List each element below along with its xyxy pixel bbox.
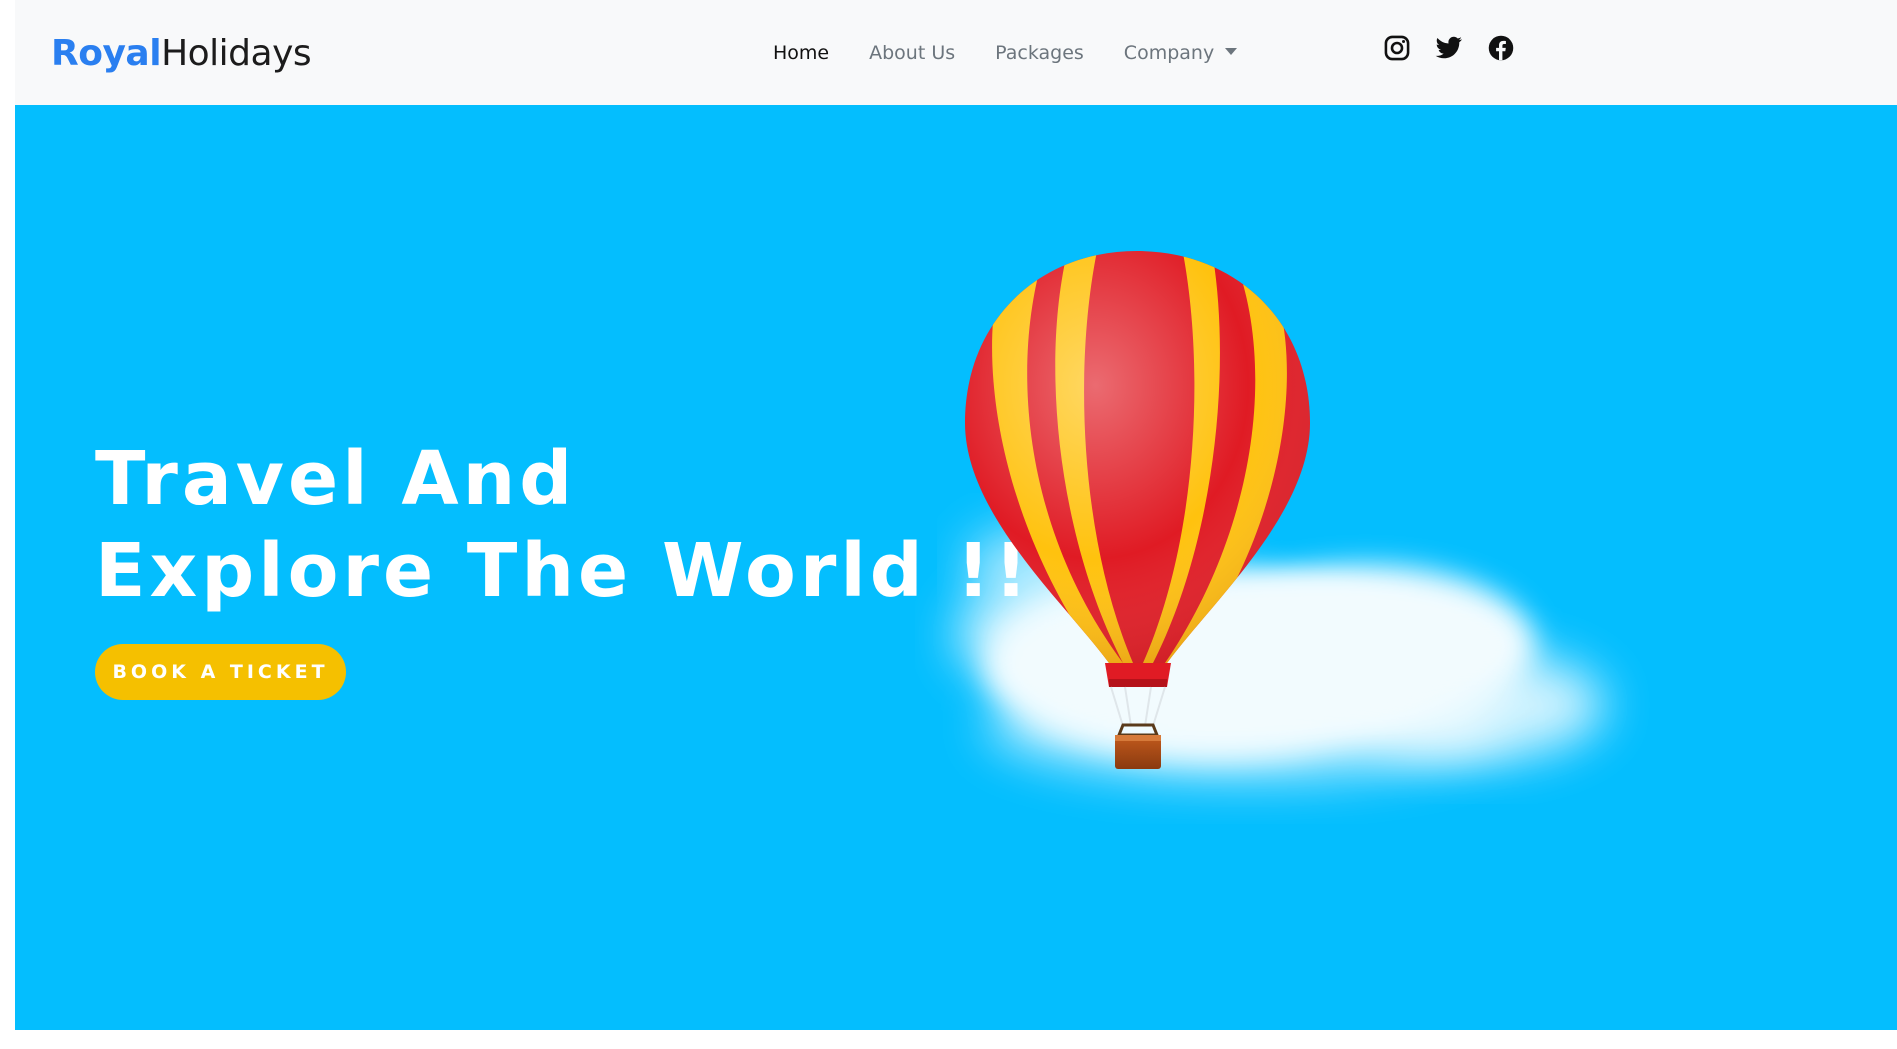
book-ticket-button[interactable]: BOOK A TICKET bbox=[95, 644, 346, 700]
brand-royal-text: Royal bbox=[51, 33, 162, 74]
hero-headline: Travel And Explore The World !! bbox=[95, 433, 1032, 617]
hero-section: Travel And Explore The World !! BOOK A T… bbox=[15, 105, 1897, 1030]
navbar: RoyalHolidays Home About Us Packages Com… bbox=[15, 0, 1897, 105]
hero-headline-line-1: Travel And bbox=[95, 436, 577, 522]
page: RoyalHolidays Home About Us Packages Com… bbox=[15, 0, 1897, 1030]
nav-about-link[interactable]: About Us bbox=[849, 38, 975, 68]
nav-company-label: Company bbox=[1123, 42, 1215, 64]
nav-home-link[interactable]: Home bbox=[753, 38, 849, 68]
brand-logo[interactable]: RoyalHolidays bbox=[51, 30, 312, 78]
caret-down-icon bbox=[1225, 47, 1238, 55]
nav-company-dropdown[interactable]: Company bbox=[1104, 38, 1257, 68]
facebook-icon[interactable] bbox=[1487, 34, 1515, 62]
instagram-icon[interactable] bbox=[1383, 34, 1411, 62]
twitter-icon[interactable] bbox=[1435, 34, 1463, 62]
hero-headline-line-2: Explore The World !! bbox=[95, 528, 1032, 614]
nav-links: Home About Us Packages Company bbox=[753, 38, 1257, 68]
hot-air-balloon-illustration bbox=[955, 251, 1605, 780]
nav-packages-link[interactable]: Packages bbox=[975, 38, 1104, 68]
brand-holidays-text: Holidays bbox=[161, 33, 312, 74]
